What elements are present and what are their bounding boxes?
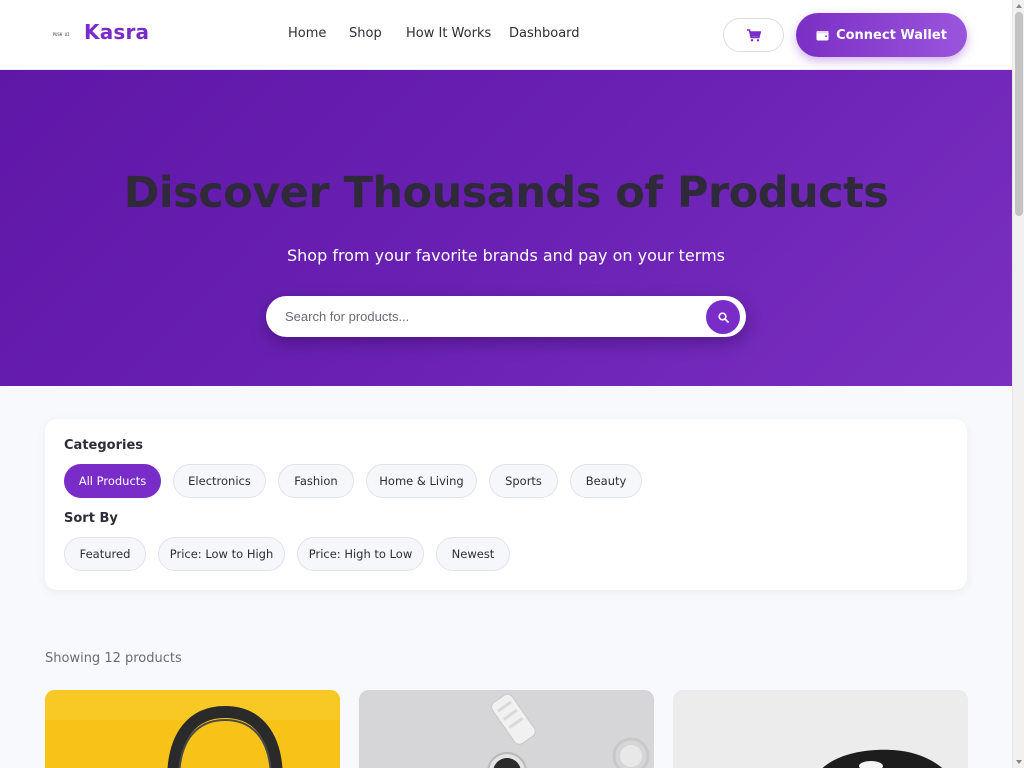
category-chip-all-products[interactable]: All Products bbox=[64, 464, 161, 498]
wallet-icon bbox=[816, 30, 829, 40]
sort-by-heading: Sort By bbox=[64, 511, 118, 526]
nav-link-home[interactable]: Home bbox=[288, 26, 326, 41]
nav-link-how-it-works[interactable]: How It Works bbox=[406, 26, 491, 41]
scroll-up-arrow-icon[interactable] bbox=[1016, 4, 1022, 8]
category-chip-fashion[interactable]: Fashion bbox=[278, 464, 354, 498]
smartwatch-image bbox=[359, 690, 654, 768]
category-chip-beauty[interactable]: Beauty bbox=[570, 464, 642, 498]
category-chip-sports[interactable]: Sports bbox=[489, 464, 558, 498]
filters-panel: Categories All Products Electronics Fash… bbox=[45, 419, 967, 590]
search-button[interactable] bbox=[706, 300, 740, 334]
categories-heading: Categories bbox=[64, 438, 144, 453]
sort-chip-newest[interactable]: Newest bbox=[436, 537, 510, 571]
scroll-down-arrow-icon[interactable] bbox=[1016, 760, 1022, 764]
hero-banner: Discover Thousands of Products Shop from… bbox=[0, 70, 1012, 386]
logo-text: PUSH UI bbox=[52, 32, 70, 37]
brand-name[interactable]: Kasra bbox=[84, 20, 149, 44]
results-count: Showing 12 products bbox=[45, 651, 182, 666]
product-card-accessory[interactable] bbox=[673, 690, 968, 768]
vertical-scrollbar[interactable] bbox=[1012, 0, 1024, 768]
search-input[interactable]: Search for products... bbox=[285, 309, 409, 324]
accessory-image bbox=[673, 690, 968, 768]
sort-chip-price-low-high[interactable]: Price: Low to High bbox=[158, 537, 285, 571]
nav-link-dashboard[interactable]: Dashboard bbox=[509, 26, 580, 41]
category-chip-electronics[interactable]: Electronics bbox=[173, 464, 266, 498]
sort-chip-featured[interactable]: Featured bbox=[64, 537, 146, 571]
nav-link-shop[interactable]: Shop bbox=[349, 26, 382, 41]
cart-icon bbox=[746, 28, 761, 41]
search-bar: Search for products... bbox=[266, 296, 746, 337]
connect-wallet-label: Connect Wallet bbox=[836, 27, 947, 43]
sort-chip-price-high-low[interactable]: Price: High to Low bbox=[297, 537, 424, 571]
search-icon bbox=[717, 311, 729, 323]
product-card-headphones[interactable] bbox=[45, 690, 340, 768]
top-nav-bar: PUSH UI Kasra Home Shop How It Works Das… bbox=[0, 0, 1012, 70]
cart-button[interactable] bbox=[723, 18, 784, 52]
hero-subtitle: Shop from your favorite brands and pay o… bbox=[286, 246, 725, 265]
product-card-smartwatch[interactable] bbox=[359, 690, 654, 768]
hero-title: Discover Thousands of Products bbox=[123, 168, 889, 218]
logo-image[interactable]: PUSH UI bbox=[50, 31, 72, 39]
category-chip-home-living[interactable]: Home & Living bbox=[366, 464, 477, 498]
connect-wallet-button[interactable]: Connect Wallet bbox=[796, 13, 967, 57]
scrollbar-thumb[interactable] bbox=[1015, 12, 1023, 216]
headphones-image bbox=[45, 690, 340, 768]
